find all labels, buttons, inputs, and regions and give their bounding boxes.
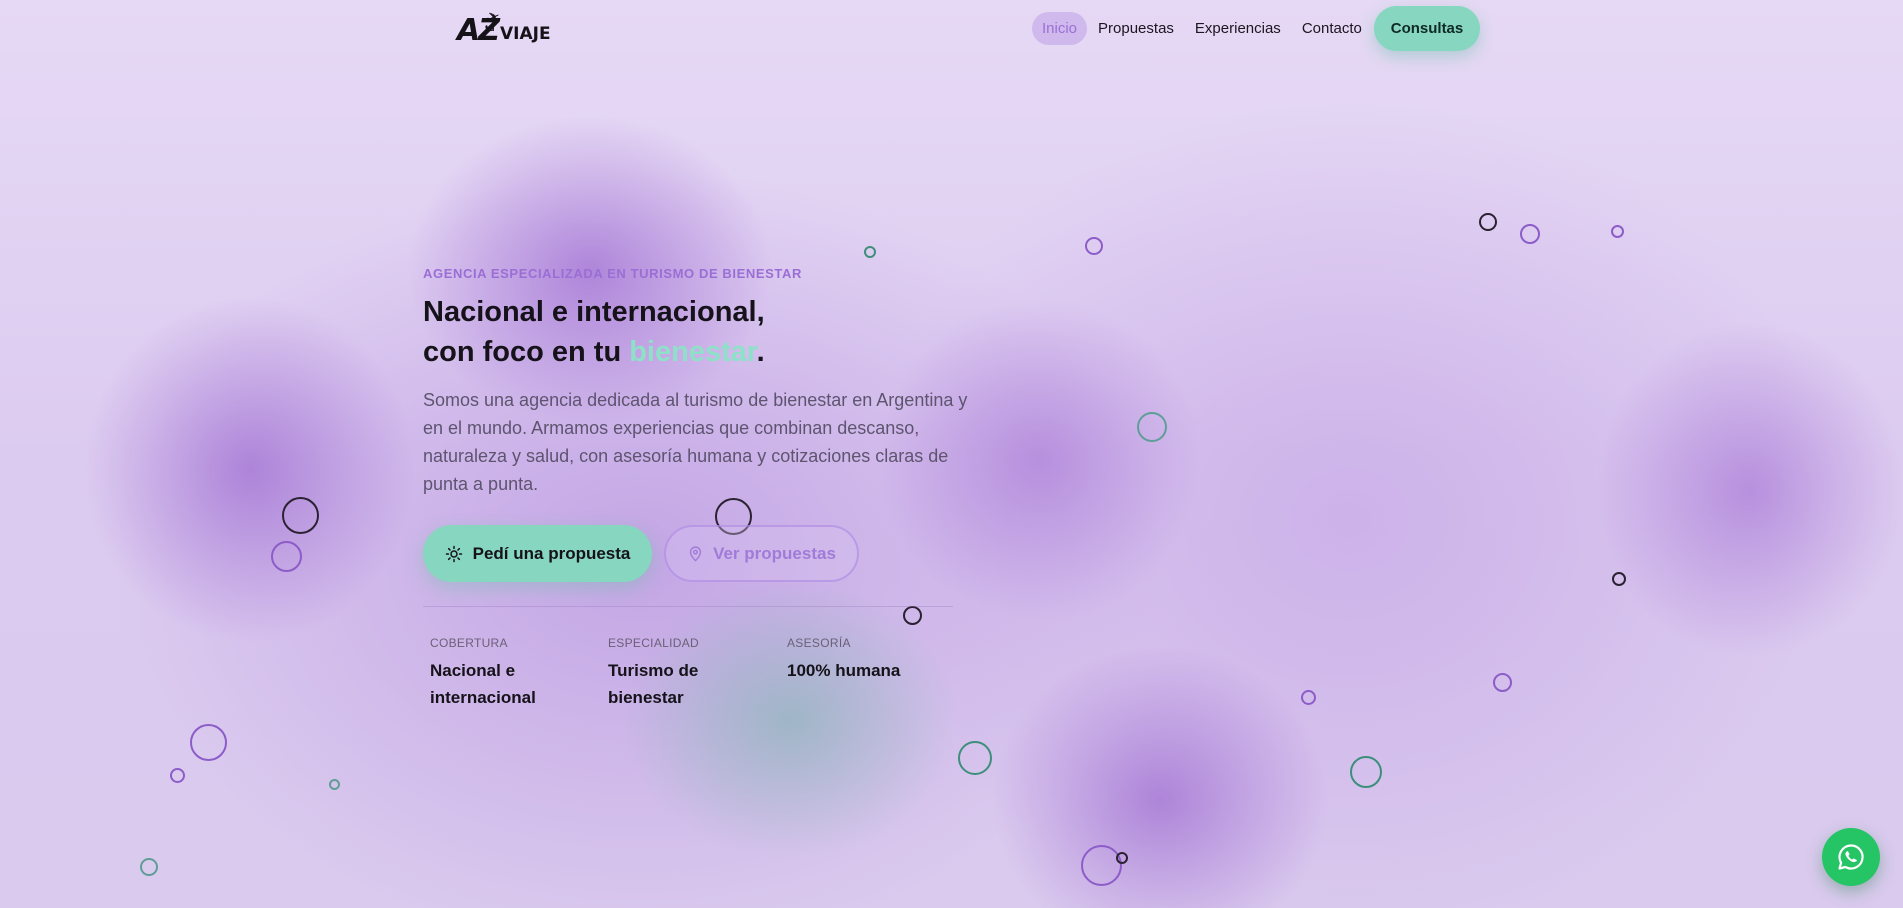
decorative-bubble (1520, 224, 1540, 244)
decorative-bubble (1493, 673, 1512, 692)
request-proposal-button[interactable]: Pedí una propuesta (423, 525, 652, 582)
decorative-bubble (903, 606, 922, 625)
hero-divider (423, 606, 953, 607)
top-navigation: AZ ✈ VIAJE tu Inicio Propuestas Experien… (0, 0, 1903, 56)
stat-asesoria: ASESORÍA 100% humana (787, 636, 947, 684)
nav-link-contacto[interactable]: Contacto (1292, 12, 1372, 45)
decorative-bubble (271, 541, 302, 572)
decorative-bubble (1116, 852, 1128, 864)
stat-value: Nacional e internacional (430, 661, 536, 707)
nav-link-propuestas[interactable]: Propuestas (1088, 12, 1184, 45)
logo-wordmark: VIAJE (499, 24, 551, 44)
map-pin-icon (689, 546, 702, 562)
consultas-button[interactable]: Consultas (1374, 6, 1480, 51)
decorative-bubble (1137, 412, 1167, 442)
decorative-bubble (958, 741, 992, 775)
view-proposals-button[interactable]: Ver propuestas (664, 525, 859, 582)
sun-icon (445, 545, 462, 562)
decorative-bubble (1612, 572, 1626, 586)
logo-small-text: tu (485, 24, 495, 33)
brand-logo[interactable]: AZ ✈ VIAJE tu (457, 8, 551, 46)
nav-menu: Inicio Propuestas Experiencias Contacto (1032, 12, 1373, 45)
decorative-bubble (1085, 237, 1103, 255)
headline-line-1: Nacional e internacional, (423, 296, 765, 328)
decorative-bubble (1301, 690, 1316, 705)
stat-label: ESPECIALIDAD (608, 636, 699, 650)
view-proposals-label: Ver propuestas (713, 543, 836, 563)
hero-eyebrow: AGENCIA ESPECIALIZADA EN TURISMO DE BIEN… (423, 266, 802, 281)
decorative-bubble (1350, 756, 1382, 788)
whatsapp-button[interactable] (1822, 828, 1880, 886)
headline-line-2-pre: con foco en tu (423, 336, 630, 368)
stat-value: 100% humana (787, 661, 901, 680)
headline-highlight: bienestar (629, 336, 757, 368)
nav-link-inicio[interactable]: Inicio (1032, 12, 1088, 45)
hero-headline: Nacional e internacional, con foco en tu… (423, 292, 765, 372)
decorative-bubble (282, 497, 319, 534)
stat-label: ASESORÍA (787, 636, 851, 650)
decorative-bubble (1611, 225, 1624, 238)
stat-value: Turismo de bienestar (608, 661, 699, 707)
decorative-bubble (140, 858, 158, 876)
hero-description: Somos una agencia dedicada al turismo de… (423, 390, 968, 494)
nav-link-experiencias[interactable]: Experiencias (1185, 12, 1291, 45)
decorative-bubble (329, 779, 340, 790)
stat-label: COBERTURA (430, 636, 508, 650)
stat-cobertura: COBERTURA Nacional e internacional (430, 636, 580, 711)
whatsapp-icon (1838, 844, 1864, 870)
decorative-bubble (190, 724, 227, 761)
stat-especialidad: ESPECIALIDAD Turismo de bienestar (608, 636, 728, 711)
decorative-bubble (170, 768, 185, 783)
decorative-bubble (864, 246, 876, 258)
decorative-bubble (1479, 213, 1497, 231)
headline-line-2-post: . (756, 336, 765, 368)
request-proposal-label: Pedí una propuesta (472, 543, 631, 563)
decorative-bubble (1081, 845, 1122, 886)
